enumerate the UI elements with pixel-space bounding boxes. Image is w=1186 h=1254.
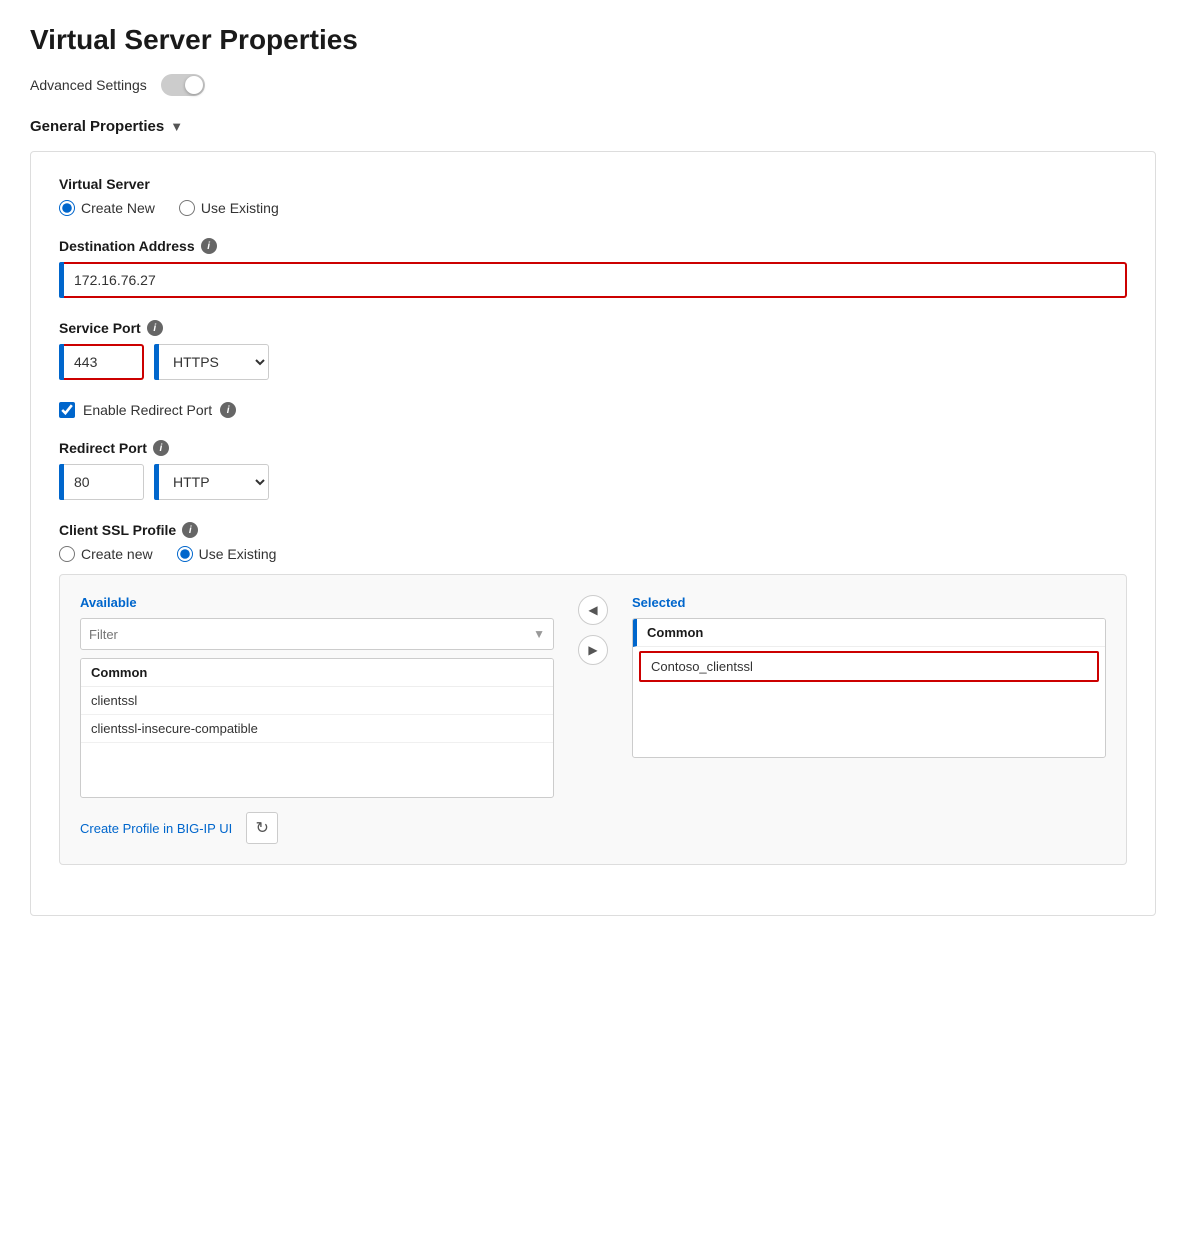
bottom-row: Create Profile in BIG-IP UI ↻: [80, 812, 1106, 844]
selected-panel-label: Selected: [632, 595, 1106, 610]
destination-address-input-wrap: [59, 262, 1127, 298]
client-ssl-profile-field-group: Client SSL Profile i Create new Use Exis…: [59, 522, 1127, 865]
service-port-info-icon[interactable]: i: [147, 320, 163, 336]
available-group-header: Common: [81, 659, 553, 687]
general-properties-section: Virtual Server Create New Use Existing D…: [30, 151, 1156, 916]
service-port-label: Service Port i: [59, 320, 1127, 336]
enable-redirect-port-row: Enable Redirect Port i: [59, 402, 1127, 418]
client-ssl-create-new-label: Create new: [81, 546, 153, 562]
enable-redirect-port-checkbox[interactable]: [59, 402, 75, 418]
client-ssl-use-existing-radio[interactable]: [177, 546, 193, 562]
redirect-port-row: HTTP HTTPS FTP: [59, 464, 1127, 500]
list-item[interactable]: clientssl-insecure-compatible: [81, 715, 553, 743]
available-panel-label: Available: [80, 595, 554, 610]
advanced-settings-row: Advanced Settings: [30, 74, 1156, 96]
filter-row: ▼: [80, 618, 554, 650]
service-port-input-wrap: [59, 344, 144, 380]
redirect-port-field-group: Redirect Port i HTTP HTTPS FTP: [59, 440, 1127, 500]
client-ssl-profile-label: Client SSL Profile i: [59, 522, 1127, 538]
general-properties-arrow-icon: ▼: [170, 119, 183, 134]
virtual-server-use-existing-label: Use Existing: [201, 200, 279, 216]
virtual-server-create-new-option[interactable]: Create New: [59, 200, 155, 216]
client-ssl-profile-radio-group: Create new Use Existing: [59, 546, 1127, 562]
selected-group-header: Common: [633, 619, 1105, 647]
virtual-server-field-group: Virtual Server Create New Use Existing: [59, 176, 1127, 216]
virtual-server-label: Virtual Server: [59, 176, 1127, 192]
client-ssl-use-existing-label: Use Existing: [199, 546, 277, 562]
redirect-port-input[interactable]: [64, 464, 144, 500]
redirect-port-info-icon[interactable]: i: [153, 440, 169, 456]
virtual-server-use-existing-option[interactable]: Use Existing: [179, 200, 279, 216]
service-port-protocol-select[interactable]: HTTPS HTTP FTP: [159, 344, 269, 380]
client-ssl-create-new-radio[interactable]: [59, 546, 75, 562]
advanced-settings-toggle[interactable]: [161, 74, 205, 96]
selected-list-box: Common Contoso_clientssl: [632, 618, 1106, 758]
available-panel: Available ▼ Common clientssl clientssl-i…: [80, 595, 554, 798]
redirect-port-input-wrap: [59, 464, 144, 500]
create-profile-link[interactable]: Create Profile in BIG-IP UI: [80, 821, 232, 836]
list-item[interactable]: clientssl: [81, 687, 553, 715]
enable-redirect-port-label: Enable Redirect Port: [83, 402, 212, 418]
service-port-protocol-wrap: HTTPS HTTP FTP: [154, 344, 269, 380]
virtual-server-create-new-label: Create New: [81, 200, 155, 216]
advanced-settings-label: Advanced Settings: [30, 77, 147, 93]
client-ssl-profile-info-icon[interactable]: i: [182, 522, 198, 538]
transfer-buttons: ◀ ▶: [570, 595, 616, 665]
filter-input[interactable]: [89, 627, 533, 642]
destination-address-field-group: Destination Address i: [59, 238, 1127, 298]
service-port-input[interactable]: [64, 344, 144, 380]
virtual-server-radio-group: Create New Use Existing: [59, 200, 1127, 216]
service-port-row: HTTPS HTTP FTP: [59, 344, 1127, 380]
service-port-field-group: Service Port i HTTPS HTTP FTP: [59, 320, 1127, 380]
destination-address-label: Destination Address i: [59, 238, 1127, 254]
redirect-port-protocol-select[interactable]: HTTP HTTPS FTP: [159, 464, 269, 500]
destination-address-input[interactable]: [64, 262, 1127, 298]
enable-redirect-port-info-icon[interactable]: i: [220, 402, 236, 418]
selected-item[interactable]: Contoso_clientssl: [639, 651, 1099, 682]
available-list-box: Common clientssl clientssl-insecure-comp…: [80, 658, 554, 798]
dual-list-layout: Available ▼ Common clientssl clientssl-i…: [80, 595, 1106, 798]
client-ssl-create-new-option[interactable]: Create new: [59, 546, 153, 562]
virtual-server-use-existing-radio[interactable]: [179, 200, 195, 216]
destination-address-info-icon[interactable]: i: [201, 238, 217, 254]
page-title: Virtual Server Properties: [30, 24, 1156, 56]
filter-icon: ▼: [533, 627, 545, 641]
redirect-port-protocol-wrap: HTTP HTTPS FTP: [154, 464, 269, 500]
client-ssl-use-existing-option[interactable]: Use Existing: [177, 546, 277, 562]
selected-panel: Selected Common Contoso_clientssl: [632, 595, 1106, 758]
redirect-port-label: Redirect Port i: [59, 440, 1127, 456]
dual-list-container: Available ▼ Common clientssl clientssl-i…: [59, 574, 1127, 865]
virtual-server-create-new-radio[interactable]: [59, 200, 75, 216]
move-left-button[interactable]: ◀: [578, 595, 608, 625]
refresh-button[interactable]: ↻: [246, 812, 278, 844]
general-properties-header: General Properties ▼: [30, 118, 1156, 135]
move-right-button[interactable]: ▶: [578, 635, 608, 665]
